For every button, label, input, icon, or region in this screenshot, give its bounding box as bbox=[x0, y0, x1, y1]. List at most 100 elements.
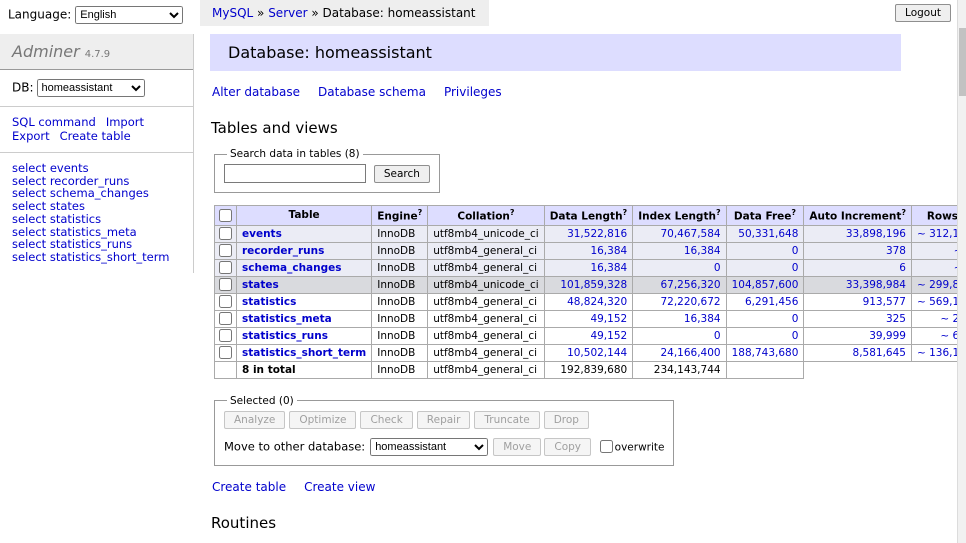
auto-increment-link[interactable]: 33,398,984 bbox=[846, 279, 906, 291]
row-checkbox-events[interactable] bbox=[219, 227, 232, 240]
data-length-link[interactable]: 49,152 bbox=[590, 330, 627, 342]
table-link-states[interactable]: states bbox=[242, 279, 279, 291]
language-select[interactable]: English bbox=[75, 6, 183, 24]
data-free-link[interactable]: 50,331,648 bbox=[738, 228, 798, 240]
column-header-engine[interactable]: Engine? bbox=[372, 206, 428, 226]
auto-increment-link[interactable]: 33,898,196 bbox=[846, 228, 906, 240]
drop-button[interactable]: Drop bbox=[544, 411, 589, 429]
data-free-link[interactable]: 0 bbox=[792, 262, 799, 274]
search-input[interactable] bbox=[224, 164, 366, 183]
sidebar-link-export[interactable]: Export bbox=[12, 129, 50, 143]
select-all-checkbox[interactable] bbox=[219, 209, 232, 222]
sidebar-link-sql-command[interactable]: SQL command bbox=[12, 115, 96, 129]
index-length-link[interactable]: 70,467,584 bbox=[660, 228, 720, 240]
data-length-link[interactable]: 31,522,816 bbox=[567, 228, 627, 240]
overwrite-checkbox[interactable] bbox=[600, 440, 613, 453]
index-length-link[interactable]: 24,166,400 bbox=[660, 347, 720, 359]
move-db-select[interactable]: homeassistant bbox=[370, 438, 488, 456]
auto-increment-link[interactable]: 39,999 bbox=[869, 330, 906, 342]
auto-increment-link[interactable]: 6 bbox=[899, 262, 906, 274]
data-length-link[interactable]: 10,502,144 bbox=[567, 347, 627, 359]
index-length-link[interactable]: 16,384 bbox=[684, 313, 721, 325]
engine-cell: InnoDB bbox=[372, 259, 428, 276]
data-free-link[interactable]: 6,291,456 bbox=[745, 296, 798, 308]
logout-button[interactable]: Logout bbox=[895, 4, 951, 22]
table-link-events[interactable]: events bbox=[242, 228, 282, 240]
search-button[interactable]: Search bbox=[374, 165, 430, 183]
column-header-collation[interactable]: Collation? bbox=[428, 206, 544, 226]
sidebar-table-link-select-statistics[interactable]: select statistics bbox=[12, 213, 181, 226]
truncate-button[interactable]: Truncate bbox=[474, 411, 539, 429]
db-link-privileges[interactable]: Privileges bbox=[444, 85, 502, 99]
link-create-table[interactable]: Create table bbox=[212, 480, 286, 494]
data-free-link[interactable]: 104,857,600 bbox=[732, 279, 799, 291]
table-link-statistics[interactable]: statistics bbox=[242, 296, 296, 308]
index-length-link[interactable]: 0 bbox=[714, 330, 721, 342]
row-checkbox-statistics-runs[interactable] bbox=[219, 329, 232, 342]
data-free-link[interactable]: 0 bbox=[792, 330, 799, 342]
data-length-link[interactable]: 16,384 bbox=[590, 262, 627, 274]
db-link-database-schema[interactable]: Database schema bbox=[318, 85, 426, 99]
auto-increment-link[interactable]: 913,577 bbox=[863, 296, 906, 308]
sidebar-table-link-select-states[interactable]: select states bbox=[12, 200, 181, 213]
copy-button[interactable]: Copy bbox=[544, 438, 591, 456]
row-checkbox-statistics-short-term[interactable] bbox=[219, 346, 232, 359]
optimize-button[interactable]: Optimize bbox=[289, 411, 356, 429]
table-link-statistics-runs[interactable]: statistics_runs bbox=[242, 330, 328, 342]
data-length-link[interactable]: 48,824,320 bbox=[567, 296, 627, 308]
check-button[interactable]: Check bbox=[360, 411, 412, 429]
data-length-link[interactable]: 16,384 bbox=[590, 245, 627, 257]
help-icon[interactable]: ? bbox=[623, 208, 628, 217]
table-link-statistics-meta[interactable]: statistics_meta bbox=[242, 313, 332, 325]
table-link-statistics-short-term[interactable]: statistics_short_term bbox=[242, 347, 366, 359]
sidebar-table-link-select-events[interactable]: select events bbox=[12, 162, 181, 175]
column-header-index-length[interactable]: Index Length? bbox=[633, 206, 726, 226]
table-row: schema_changesInnoDButf8mb4_general_ci16… bbox=[215, 259, 966, 276]
column-header-auto-increment[interactable]: Auto Increment? bbox=[804, 206, 912, 226]
data-length-link[interactable]: 49,152 bbox=[590, 313, 627, 325]
scrollbar-thumb[interactable] bbox=[959, 28, 966, 96]
table-name-cell: statistics_short_term bbox=[237, 344, 372, 361]
db-select[interactable]: homeassistant bbox=[37, 79, 145, 97]
help-icon[interactable]: ? bbox=[901, 208, 906, 217]
index-length-link[interactable]: 67,256,320 bbox=[660, 279, 720, 291]
link-create-view[interactable]: Create view bbox=[304, 480, 375, 494]
table-link-recorder-runs[interactable]: recorder_runs bbox=[242, 245, 324, 257]
row-checkbox-recorder-runs[interactable] bbox=[219, 244, 232, 257]
help-icon[interactable]: ? bbox=[791, 208, 796, 217]
index-length-cell: 24,166,400 bbox=[633, 344, 726, 361]
row-checkbox-states[interactable] bbox=[219, 278, 232, 291]
row-checkbox-statistics-meta[interactable] bbox=[219, 312, 232, 325]
index-length-link[interactable]: 0 bbox=[714, 262, 721, 274]
sidebar-link-create-table[interactable]: Create table bbox=[60, 129, 131, 143]
row-checkbox-statistics[interactable] bbox=[219, 295, 232, 308]
auto-increment-link[interactable]: 325 bbox=[886, 313, 906, 325]
breadcrumb-link-server[interactable]: Server bbox=[268, 6, 307, 20]
index-length-link[interactable]: 16,384 bbox=[684, 245, 721, 257]
analyze-button[interactable]: Analyze bbox=[224, 411, 285, 429]
row-checkbox-schema-changes[interactable] bbox=[219, 261, 232, 274]
breadcrumb-link-mysql[interactable]: MySQL bbox=[212, 6, 253, 20]
column-header-table[interactable]: Table bbox=[237, 206, 372, 226]
help-icon[interactable]: ? bbox=[418, 208, 423, 217]
db-link-alter-database[interactable]: Alter database bbox=[212, 85, 300, 99]
auto-increment-link[interactable]: 378 bbox=[886, 245, 906, 257]
help-icon[interactable]: ? bbox=[510, 208, 515, 217]
sidebar-table-link-select-statistics-short-term[interactable]: select statistics_short_term bbox=[12, 251, 181, 264]
data-free-link[interactable]: 0 bbox=[792, 313, 799, 325]
index-length-link[interactable]: 72,220,672 bbox=[660, 296, 720, 308]
data-free-link[interactable]: 0 bbox=[792, 245, 799, 257]
column-header-data-length[interactable]: Data Length? bbox=[544, 206, 633, 226]
move-button[interactable]: Move bbox=[493, 438, 541, 456]
scrollbar-track[interactable] bbox=[957, 0, 966, 543]
column-header-data-free[interactable]: Data Free? bbox=[726, 206, 804, 226]
table-row: statistics_runsInnoDButf8mb4_general_ci4… bbox=[215, 327, 966, 344]
collation-cell: utf8mb4_general_ci bbox=[428, 310, 544, 327]
auto-increment-link[interactable]: 8,581,645 bbox=[853, 347, 906, 359]
repair-button[interactable]: Repair bbox=[417, 411, 471, 429]
data-free-link[interactable]: 188,743,680 bbox=[732, 347, 799, 359]
table-link-schema-changes[interactable]: schema_changes bbox=[242, 262, 342, 274]
help-icon[interactable]: ? bbox=[716, 208, 721, 217]
sidebar-link-import[interactable]: Import bbox=[106, 115, 144, 129]
data-length-link[interactable]: 101,859,328 bbox=[560, 279, 627, 291]
